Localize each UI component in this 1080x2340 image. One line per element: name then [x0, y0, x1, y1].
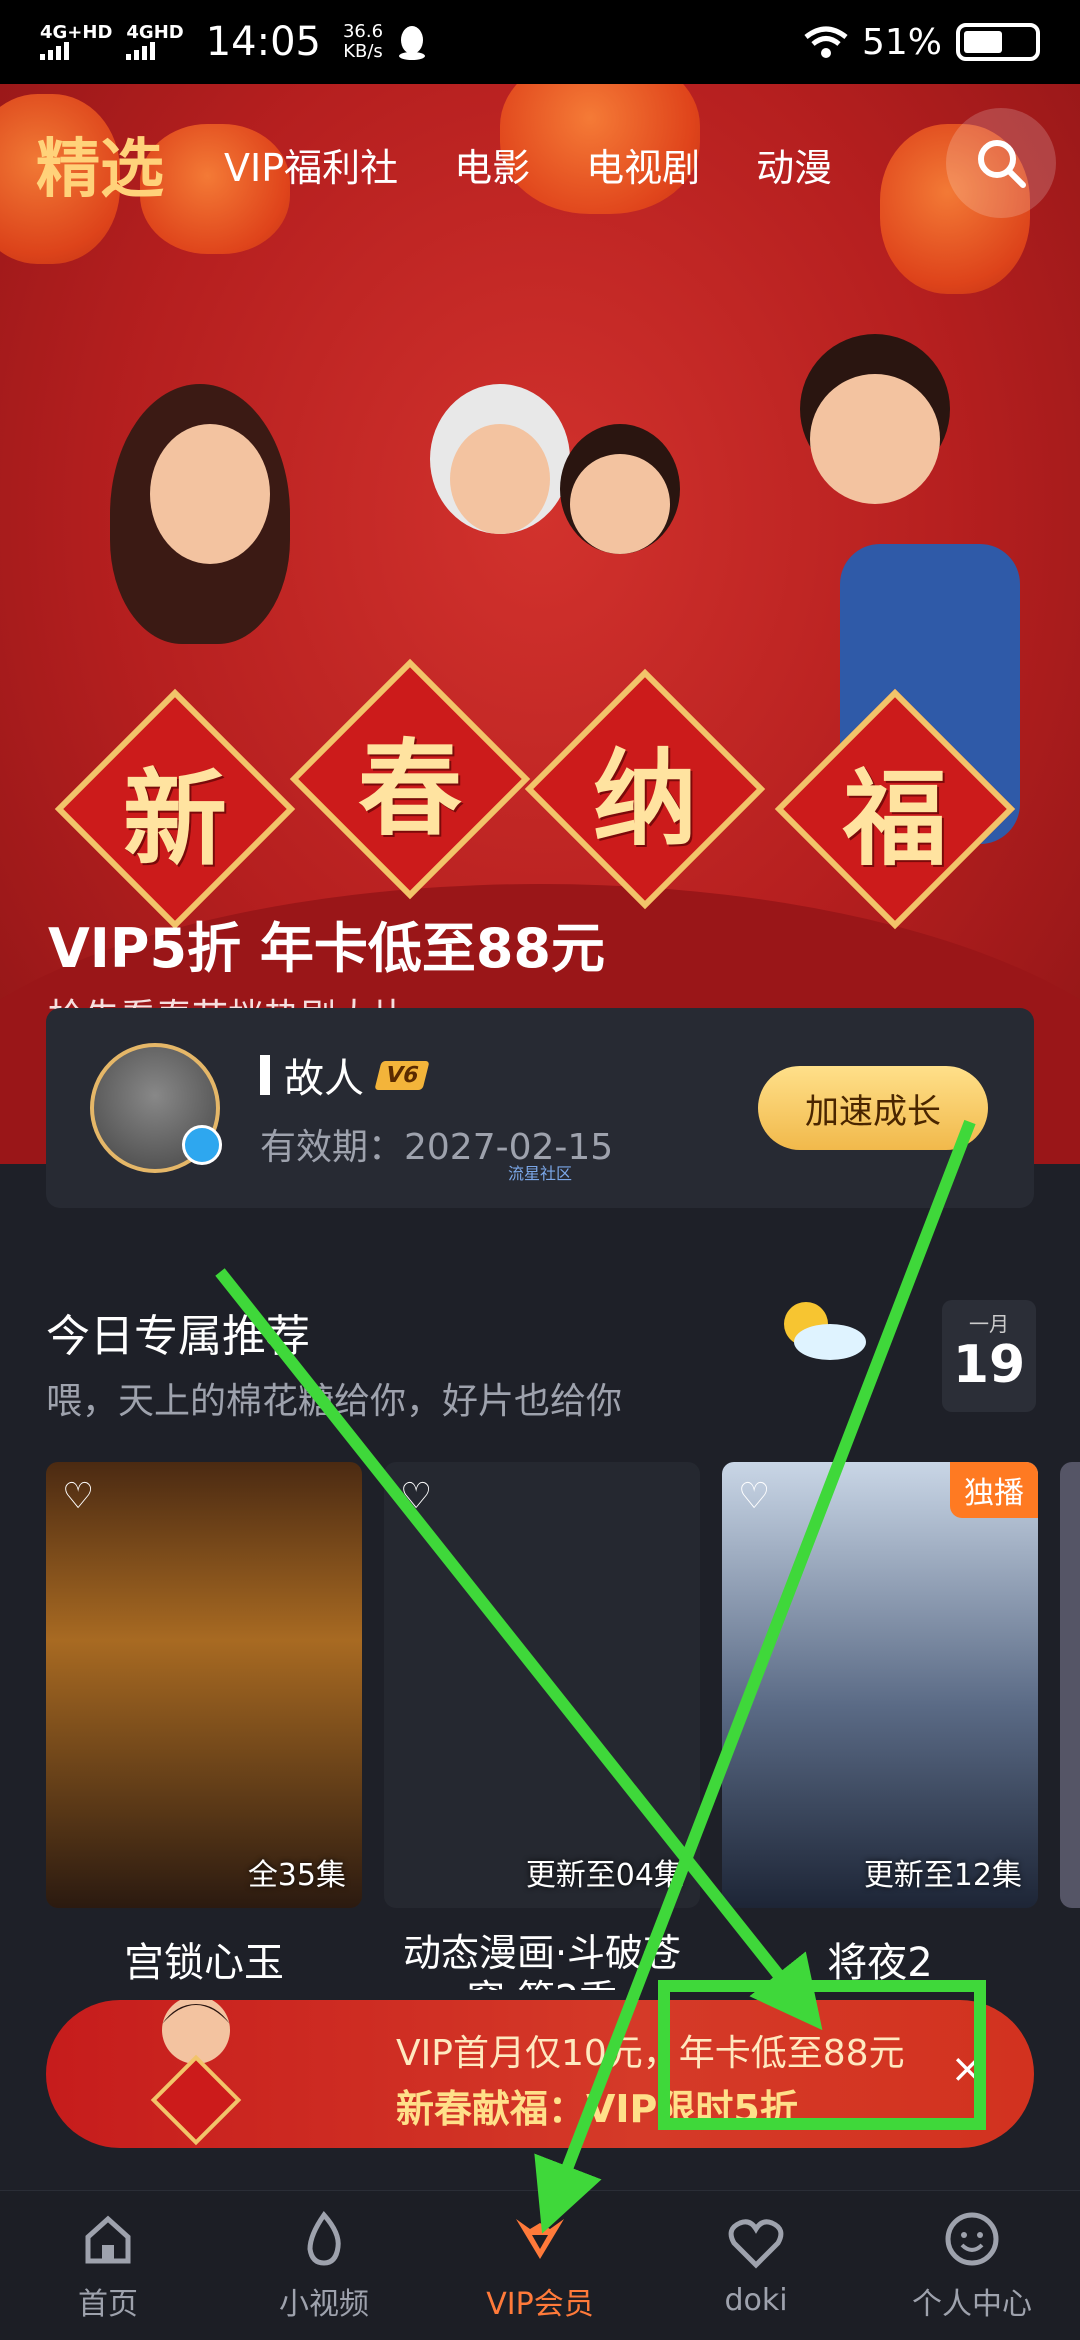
- promo-line-1: VIP首月仅10元，年卡低至88元: [396, 2033, 905, 2074]
- promo-line-2: 新春献福：VIP限时5折: [396, 2087, 798, 2131]
- calendar-widget[interactable]: 一月 19: [942, 1300, 1036, 1412]
- mother-face: [150, 424, 270, 564]
- fu-char: 春: [357, 726, 462, 850]
- weather-icon: [784, 1302, 866, 1360]
- app-root: 4G+HD 4GHD 14:05 36.6 KB/s 51% 新 春 纳 福 V…: [0, 0, 1080, 2340]
- smile-face-icon: [945, 2212, 999, 2265]
- tab-vip[interactable]: VIP会员: [432, 2191, 648, 2340]
- fu-char: 新: [122, 756, 227, 880]
- favorite-add-icon[interactable]: ♡: [738, 1476, 786, 1517]
- episode-count: 更新至12集: [863, 1858, 1022, 1893]
- favorite-add-icon[interactable]: ♡: [62, 1476, 110, 1517]
- network-label-1: 4G+HD: [40, 22, 113, 43]
- recommendation-cards: ♡ 全35集 ♡ 更新至04集 ♡ 独播 更新至12集: [46, 1462, 1080, 1912]
- video-card[interactable]: ♡ 更新至04集: [384, 1462, 700, 1908]
- signal-bars-icon: [40, 42, 69, 60]
- status-right: 51%: [804, 22, 1040, 63]
- tab-movie[interactable]: 电影: [454, 137, 530, 192]
- battery-icon: [956, 23, 1040, 61]
- speed-unit: KB/s: [343, 41, 383, 62]
- fu-tile: 春: [289, 658, 531, 900]
- card-title[interactable]: 宫锁心玉: [46, 1930, 362, 1988]
- watermark: 流星社区: [508, 1164, 573, 1183]
- flame-icon: [307, 2210, 341, 2266]
- network-indicator-2: 4GHD: [126, 22, 184, 60]
- video-card[interactable]: ♡ 独播 更新至12集: [722, 1462, 1038, 1908]
- grandma-face: [450, 424, 550, 534]
- promo-banner[interactable]: VIP首月仅10元，年卡低至88元 新春献福：VIP限时5折 ×: [46, 2000, 1034, 2148]
- wifi-icon: [804, 26, 848, 58]
- network-label-2: 4GHD: [126, 22, 184, 43]
- home-icon: [85, 2215, 131, 2263]
- name-bar: [260, 1055, 270, 1095]
- fu-tile: 福: [774, 688, 1016, 930]
- search-icon: [978, 140, 1026, 188]
- tab-selected[interactable]: 精选: [36, 118, 164, 210]
- speed-value: 36.6: [342, 21, 384, 42]
- episode-count: 全35集: [247, 1858, 346, 1893]
- qq-penguin-icon: [399, 26, 426, 60]
- member-info: 故人 V6 有效期：2027-02-15: [260, 1046, 613, 1170]
- fu-kid-illustration: [150, 2000, 242, 2146]
- tab-label: VIP会员: [486, 2286, 594, 2322]
- tab-tv-series[interactable]: 电视剧: [586, 137, 700, 192]
- fu-tile: 纳: [524, 668, 766, 910]
- boy-face: [570, 454, 670, 554]
- bottom-tab-bar: 首页 小视频 VIP会员 doki 个人中心: [0, 2190, 1080, 2340]
- hero-banner[interactable]: 新 春 纳 福 VIP5折 年卡低至88元 抢先看春节档热剧大片: [0, 84, 1080, 1164]
- tab-label: 小视频: [279, 2286, 369, 2322]
- search-button[interactable]: [946, 108, 1056, 218]
- status-left: 4G+HD 4GHD 14:05 36.6 KB/s: [40, 19, 427, 65]
- tab-label: 首页: [78, 2286, 138, 2322]
- member-name-row: 故人 V6: [260, 1046, 613, 1104]
- accelerate-growth-button[interactable]: 加速成长: [758, 1066, 988, 1150]
- card-title[interactable]: 动态漫画·斗破苍穹 第2季: [384, 1930, 700, 1990]
- banner-title: VIP5折 年卡低至88元: [48, 917, 605, 980]
- father-face: [810, 374, 940, 504]
- avatar[interactable]: [90, 1043, 222, 1173]
- exclusive-badge: 独播: [950, 1462, 1038, 1518]
- member-name: 故人: [284, 1056, 364, 1102]
- clock: 14:05: [205, 19, 321, 65]
- tab-home[interactable]: 首页: [0, 2191, 216, 2340]
- top-nav: 精选 VIP福利社 电影 电视剧 动漫: [0, 84, 1080, 244]
- fu-char: 纳: [592, 736, 697, 860]
- fu-tile: 新: [54, 688, 296, 930]
- section-title: 今日专属推荐: [46, 1311, 310, 1362]
- video-card-partial[interactable]: [1060, 1462, 1080, 1908]
- fu-character-row: 新 春 纳 福: [54, 658, 1016, 930]
- status-bar: 4G+HD 4GHD 14:05 36.6 KB/s 51%: [0, 0, 1080, 84]
- tab-anime[interactable]: 动漫: [756, 137, 832, 192]
- signal-bars-icon: [126, 42, 156, 60]
- tab-label: doki: [724, 2283, 788, 2318]
- section-subtitle: 喂，天上的棉花糖给你，好片也给你: [46, 1381, 623, 1422]
- fu-char: 福: [842, 756, 947, 880]
- close-icon[interactable]: ×: [950, 2046, 984, 2092]
- network-indicator-1: 4G+HD: [40, 24, 112, 60]
- battery-percent: 51%: [861, 21, 942, 63]
- vip-level-badge: V6: [374, 1060, 430, 1090]
- tab-short-video[interactable]: 小视频: [216, 2191, 432, 2340]
- card-title[interactable]: 将夜2: [722, 1930, 1038, 1988]
- video-card[interactable]: ♡ 全35集: [46, 1462, 362, 1908]
- favorite-add-icon[interactable]: ♡: [400, 1476, 448, 1517]
- vip-fox-icon: [516, 2218, 564, 2259]
- network-speed: 36.6 KB/s: [343, 22, 383, 62]
- episode-count: 更新至04集: [525, 1858, 684, 1893]
- calendar-day: 19: [952, 1335, 1026, 1395]
- calendar-month: 一月: [969, 1312, 1009, 1336]
- tab-vip-welfare[interactable]: VIP福利社: [224, 137, 398, 192]
- tab-doki[interactable]: doki: [648, 2191, 864, 2340]
- tab-profile[interactable]: 个人中心: [864, 2191, 1080, 2340]
- qq-badge-icon: [182, 1125, 222, 1165]
- tab-label: 个人中心: [912, 2286, 1032, 2322]
- doki-heart-icon: [728, 2219, 784, 2269]
